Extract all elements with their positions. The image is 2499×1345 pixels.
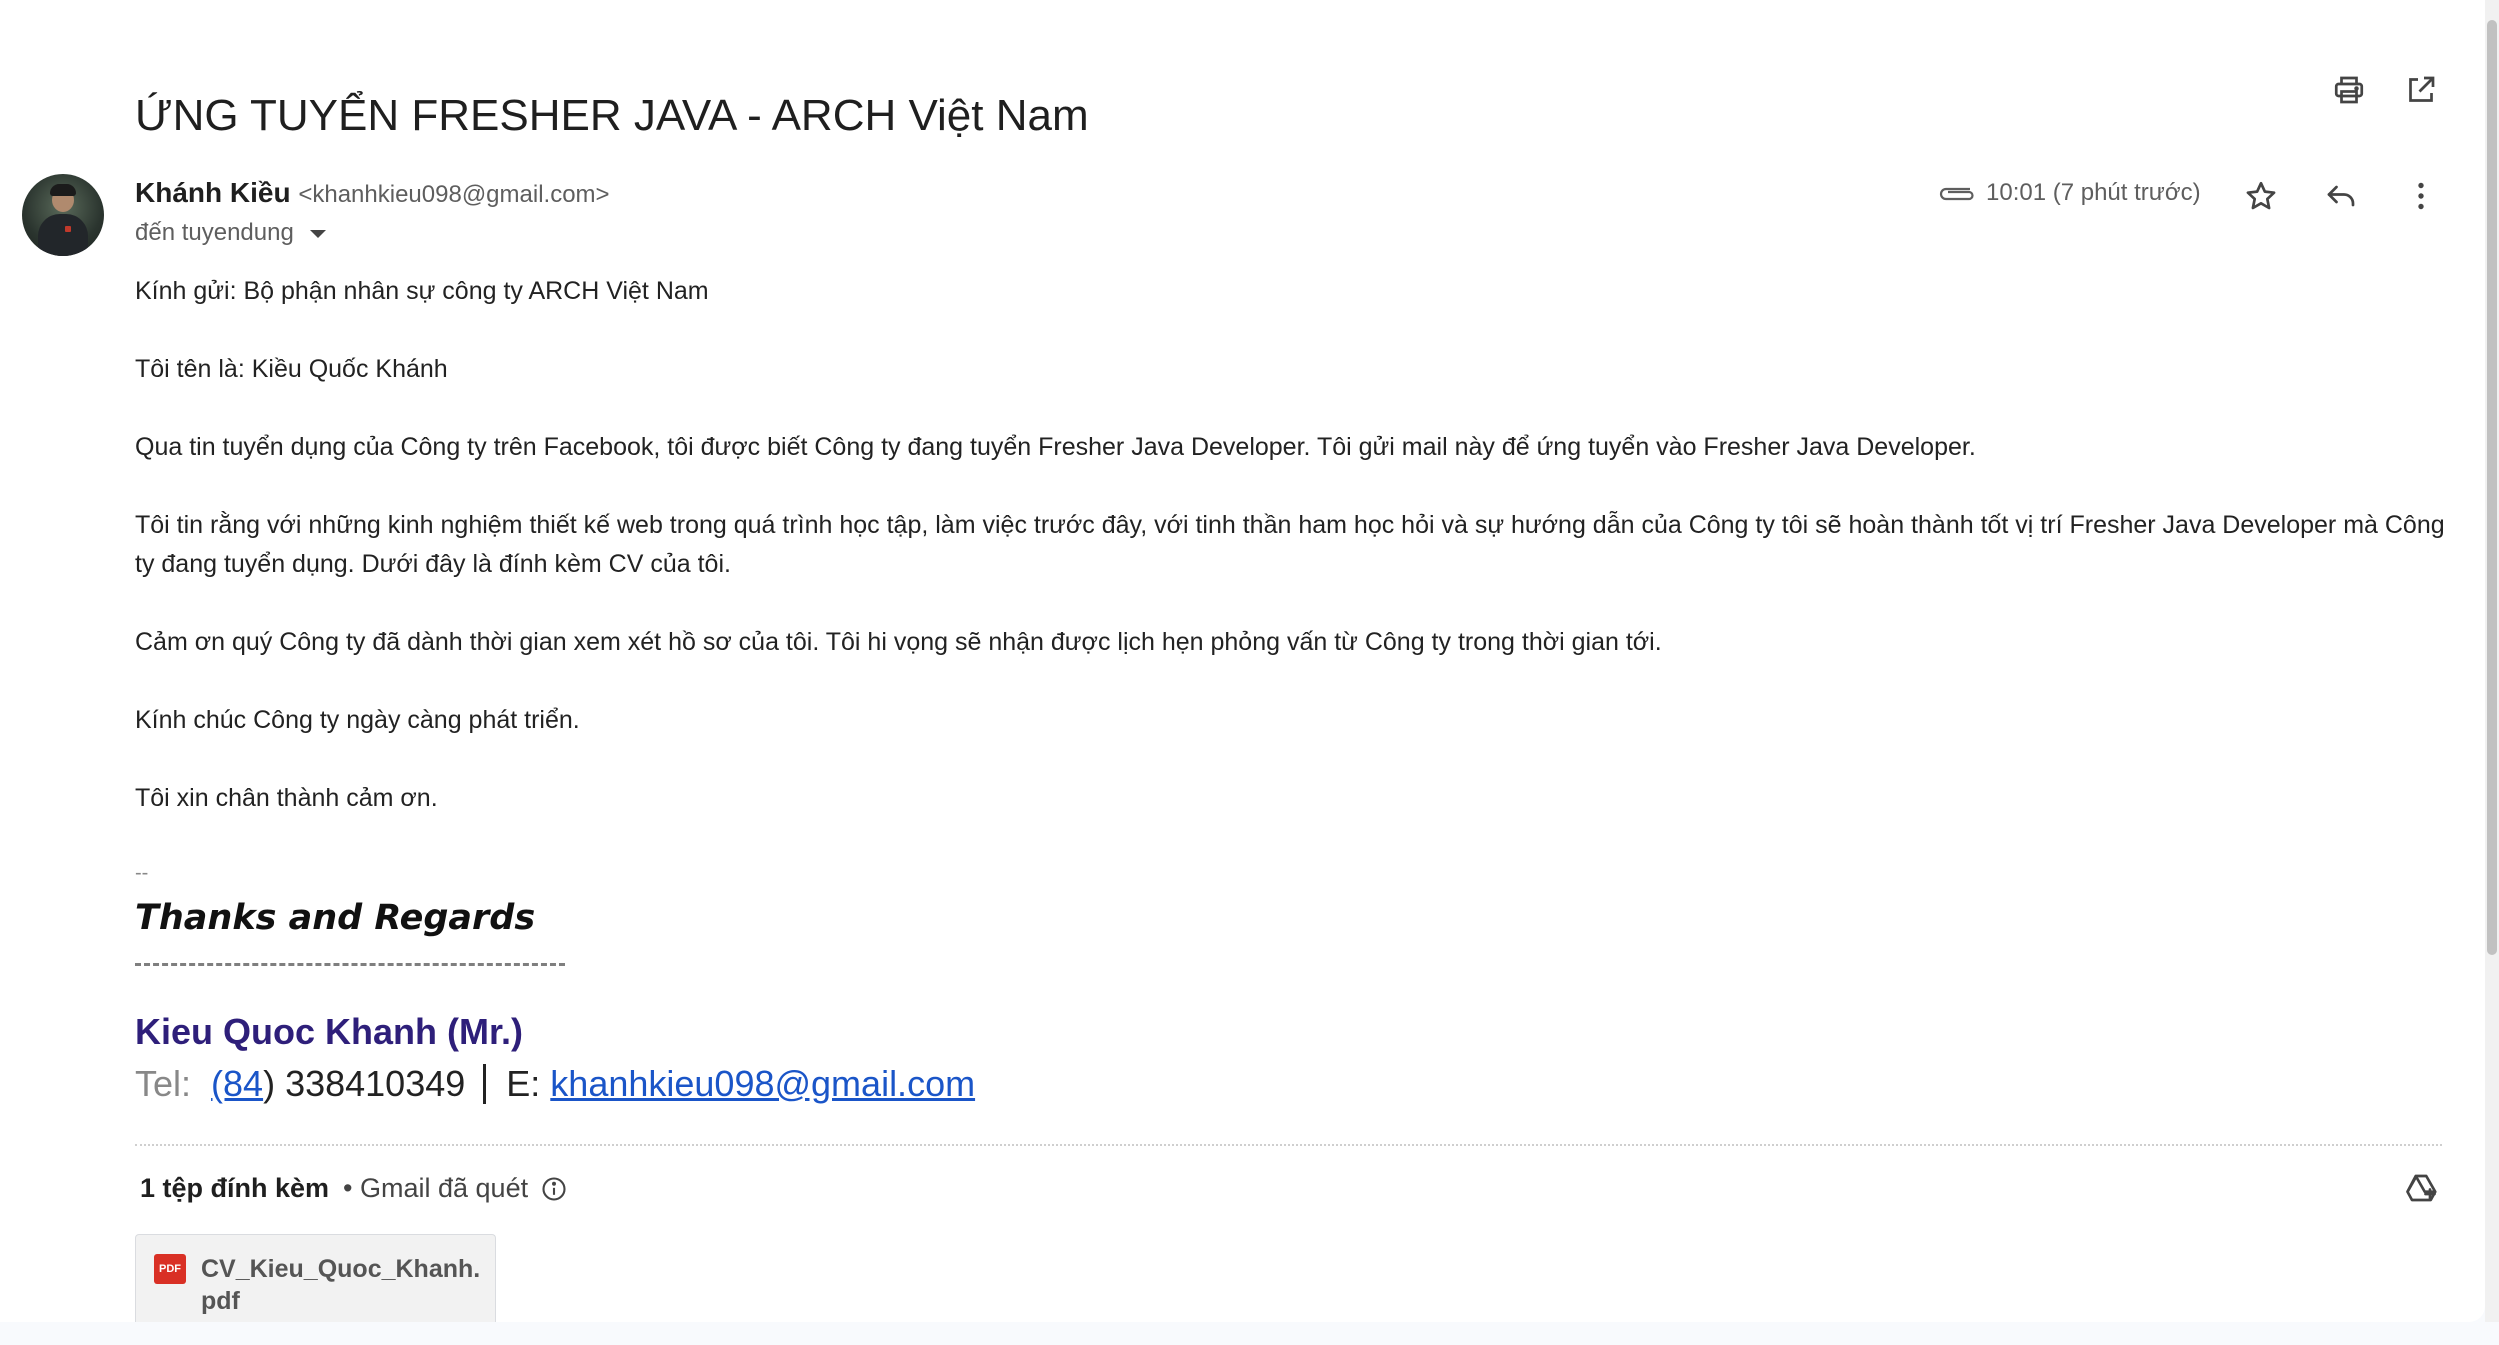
phone-number: ) 338410349 [263,1063,466,1104]
reply-icon [2327,185,2355,207]
caret-down-icon[interactable] [309,230,326,238]
recipients-toggle[interactable]: đến tuyendung [135,219,326,247]
star-icon [2246,181,2276,210]
body-paragraph: Tôi xin chân thành cảm ơn. [135,784,438,812]
sender-email: <khanhkieu098@gmail.com> [298,181,610,208]
attachment-filename: CV_Kieu_Quoc_Khanh.pdf [201,1255,481,1315]
add-to-drive-button[interactable] [2397,1164,2445,1212]
body-paragraph: Kính gửi: Bộ phận nhân sự công ty ARCH V… [135,277,709,305]
attachments-count: 1 tệp đính kèm [140,1173,330,1203]
star-button[interactable] [2237,172,2285,220]
body-paragraph: Tôi tên là: Kiều Quốc Khánh [135,355,448,383]
scrollbar-thumb[interactable] [2487,20,2497,955]
attachment-card[interactable]: PDF CV_Kieu_Quoc_Khanh.pdf [135,1234,496,1322]
message-meta: 10:01 (7 phút trước) [1938,179,2201,207]
pdf-file-icon: PDF [154,1254,186,1284]
reply-button[interactable] [2317,172,2365,220]
paperclip-icon [1938,181,1976,205]
scrollbar[interactable] [2485,0,2499,1322]
info-icon[interactable] [540,1175,568,1203]
body-paragraph: Cảm ơn quý Công ty đã dành thời gian xem… [135,628,1662,656]
message-time[interactable]: 10:01 (7 phút trước) [1986,179,2201,207]
signature-separator: -- [135,862,149,884]
recipient-label: đến tuyendung [135,219,294,246]
email-view: ỨNG TUYỂN FRESHER JAVA - ARCH Việt Nam K… [0,0,2485,1322]
signature-divider [135,963,565,966]
email-label: E: [506,1063,541,1104]
more-options-button[interactable] [2397,172,2445,220]
add-to-drive-icon [2406,1174,2437,1202]
signature-thanks: Thanks and Regards [135,898,536,938]
phone-code-link[interactable]: (84 [211,1063,263,1104]
more-vert-icon [2418,182,2424,210]
body-paragraph: Qua tin tuyển dụng của Công ty trên Face… [135,433,1976,461]
tel-label: Tel: [135,1063,192,1104]
sender-avatar[interactable] [22,174,104,256]
signature-email-link[interactable]: khanhkieu098@gmail.com [550,1063,975,1104]
attachments-divider [135,1144,2442,1146]
open-in-new-window-icon [2409,76,2435,102]
open-in-new-window-button[interactable] [2397,66,2445,114]
print-icon [2334,76,2364,104]
print-button[interactable] [2325,66,2373,114]
attachments-header: 1 tệp đính kèm • Gmail đã quét [140,1173,568,1204]
body-paragraph: Kính chúc Công ty ngày càng phát triển. [135,706,580,734]
signature-name: Kieu Quoc Khanh (Mr.) [135,1011,524,1052]
contact-separator [483,1064,487,1104]
email-subject: ỨNG TUYỂN FRESHER JAVA - ARCH Việt Nam [135,91,1089,141]
sender-info: Khánh Kiều <khanhkieu098@gmail.com> [135,177,610,209]
sender-name[interactable]: Khánh Kiều [135,177,291,208]
email-body: Kính gửi: Bộ phận nhân sự công ty ARCH V… [135,272,2445,857]
signature-contact: Tel: (84) 338410349 E: khanhkieu098@gmail… [135,1063,975,1105]
body-paragraph: Tôi tin rằng với những kinh nghiệm thiết… [135,511,2445,578]
scan-status: • Gmail đã quét [343,1173,529,1203]
